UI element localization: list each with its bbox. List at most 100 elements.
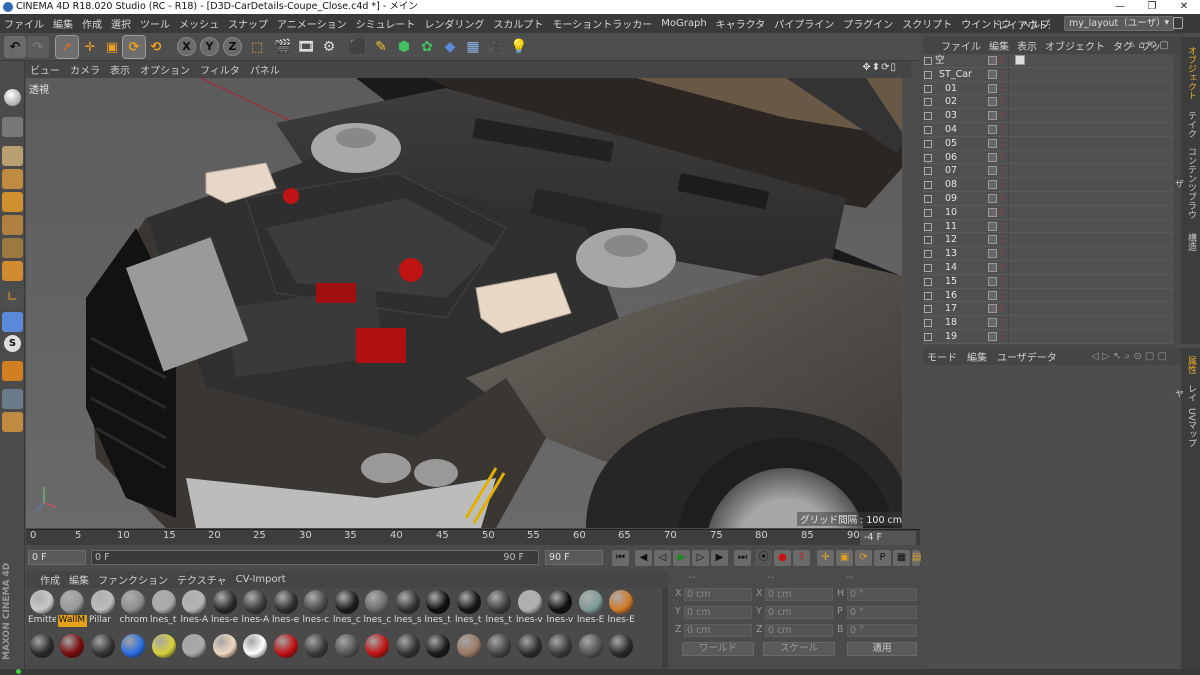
start-frame-field[interactable]: 0 F [28, 550, 86, 565]
polygons-mode-icon[interactable] [2, 238, 23, 258]
object-row[interactable]: 05 • • [923, 137, 1173, 151]
material-swatch[interactable] [546, 634, 575, 658]
menu-character[interactable]: キャラクタ [716, 16, 766, 31]
object-row[interactable]: 13 • • [923, 247, 1173, 261]
visibility-dots-icon[interactable]: • • [1000, 290, 1004, 300]
vp-menu-view[interactable]: ビュー [30, 62, 60, 77]
menu-snap[interactable]: スナップ [228, 16, 268, 31]
mat-menu-function[interactable]: ファンクション [98, 572, 168, 587]
goto-start-icon[interactable]: ⏮ [612, 550, 629, 566]
vp-menu-camera[interactable]: カメラ [70, 62, 100, 77]
object-row[interactable]: 15 • • [923, 275, 1173, 289]
null-object-icon[interactable] [924, 57, 932, 65]
object-row[interactable]: 07 • • [923, 164, 1173, 179]
material-swatch[interactable] [58, 634, 87, 658]
make-editable-icon[interactable] [4, 89, 21, 106]
tab-layers[interactable]: レイヤ [1173, 380, 1198, 406]
material-swatch[interactable]: chrom [119, 590, 148, 627]
material-swatch[interactable]: lnes-e [271, 590, 300, 627]
apply-button[interactable]: 適用 [847, 642, 917, 656]
next-frame-icon[interactable]: ▷ [692, 550, 709, 566]
pos-x-field[interactable]: 0 cm [684, 588, 752, 601]
object-name[interactable]: ST_Car [939, 68, 972, 81]
material-swatch[interactable]: lnes_c [363, 590, 392, 627]
visibility-dots-icon[interactable]: • • [1000, 83, 1004, 93]
object-name[interactable]: 18 [945, 316, 957, 329]
material-swatch[interactable] [607, 634, 636, 658]
object-name[interactable]: 12 [945, 233, 957, 246]
light-icon[interactable]: 💡 [508, 36, 530, 58]
frame-range-slider[interactable]: 0 F 90 F [91, 550, 539, 565]
object-row[interactable]: 06 • • [923, 151, 1173, 165]
autokey-icon[interactable]: ● [774, 550, 791, 566]
rotation-key-icon[interactable]: ⟳ [855, 550, 872, 566]
material-swatch[interactable]: lnes_t [454, 590, 483, 627]
mat-menu-texture[interactable]: テクスチャ [177, 572, 227, 587]
lock-icon[interactable] [1173, 17, 1183, 29]
menu-mesh[interactable]: メッシュ [179, 16, 219, 31]
viewport-nav-icons[interactable]: ✥⬍⟳▯ [862, 62, 897, 73]
object-name[interactable]: 08 [945, 178, 957, 191]
layer-flag-icon[interactable] [988, 166, 997, 176]
pla-key-icon[interactable]: ▦ [893, 550, 910, 566]
rot-h-field[interactable]: 0 ° [847, 588, 917, 601]
object-row[interactable]: 12 • • [923, 233, 1173, 248]
object-row[interactable]: 04 • • [923, 123, 1173, 137]
rotate-icon[interactable]: ⟳ [122, 35, 146, 59]
attr-menu-mode[interactable]: モード [927, 349, 957, 364]
end-frame-field[interactable]: 90 F [545, 550, 603, 565]
object-list-scrollbar[interactable] [1174, 54, 1181, 344]
param-key-icon[interactable]: P [874, 550, 891, 566]
layer-object-icon[interactable] [924, 333, 932, 341]
axis-mode-icon[interactable] [2, 261, 23, 281]
edges-mode-icon[interactable] [2, 215, 23, 235]
object-name[interactable]: 13 [945, 247, 957, 260]
prev-key-icon[interactable]: ◀ [635, 550, 652, 566]
object-name[interactable]: 03 [945, 109, 957, 122]
material-swatch[interactable]: lnes-e [210, 590, 239, 627]
layer-object-icon[interactable] [924, 222, 932, 231]
size-z-field[interactable]: 0 cm [765, 624, 833, 637]
layer-object-icon[interactable] [924, 153, 932, 162]
material-swatch[interactable] [424, 634, 453, 658]
visibility-dots-icon[interactable]: • • [1000, 318, 1004, 328]
layer-flag-icon[interactable] [988, 221, 997, 231]
mat-menu-edit[interactable]: 編集 [69, 572, 89, 587]
material-swatch[interactable] [485, 634, 514, 658]
layer-object-icon[interactable] [924, 277, 932, 286]
layer-object-icon[interactable] [924, 236, 932, 245]
material-swatch[interactable]: lnes-c [302, 590, 331, 627]
deformer-icon[interactable]: ◆ [439, 36, 461, 58]
close-button[interactable]: ✕ [1168, 0, 1200, 14]
material-swatch[interactable] [454, 634, 483, 658]
obj-menu-objects[interactable]: オブジェクト [1045, 38, 1105, 53]
visibility-dots-icon[interactable]: • • [1000, 235, 1004, 245]
uv-mode-icon[interactable] [2, 169, 23, 189]
vp-menu-filter[interactable]: フィルタ [200, 62, 240, 77]
attr-nav-icons[interactable]: ◁ ▷ ↖ ⌕ ⊙ ▢ ▢ [1091, 351, 1167, 362]
material-swatch[interactable]: WallM [57, 590, 87, 627]
material-swatch[interactable] [210, 634, 239, 658]
size-y-field[interactable]: 0 cm [765, 606, 833, 619]
visibility-dots-icon[interactable]: • • [1000, 207, 1004, 217]
timeline-menu-icon[interactable]: ▤ [912, 550, 921, 566]
menu-mograph[interactable]: MoGraph [661, 18, 706, 29]
coord-size-mode-select[interactable]: スケール [763, 642, 835, 656]
object-row[interactable]: 空 • • [923, 54, 1173, 68]
snap-icon[interactable]: S [4, 335, 21, 352]
visibility-dots-icon[interactable]: • • [1000, 152, 1004, 162]
floor-icon[interactable]: ▦ [462, 36, 484, 58]
material-swatch[interactable] [241, 634, 270, 658]
solo-icon[interactable] [2, 361, 23, 381]
vp-menu-panel[interactable]: パネル [250, 62, 280, 77]
material-swatch[interactable] [302, 634, 331, 658]
model-mode-icon[interactable] [2, 146, 23, 166]
layer-flag-icon[interactable] [988, 290, 997, 300]
cube-primitive-icon[interactable]: ⬛ [347, 36, 369, 58]
layer-object-icon[interactable] [924, 305, 932, 314]
layer-flag-icon[interactable] [988, 249, 997, 259]
menu-edit[interactable]: 編集 [53, 16, 73, 31]
record-keys-icon[interactable]: ⦿ [755, 550, 772, 566]
object-row[interactable]: 10 • • [923, 206, 1173, 220]
rot-p-field[interactable]: 0 ° [847, 606, 917, 619]
